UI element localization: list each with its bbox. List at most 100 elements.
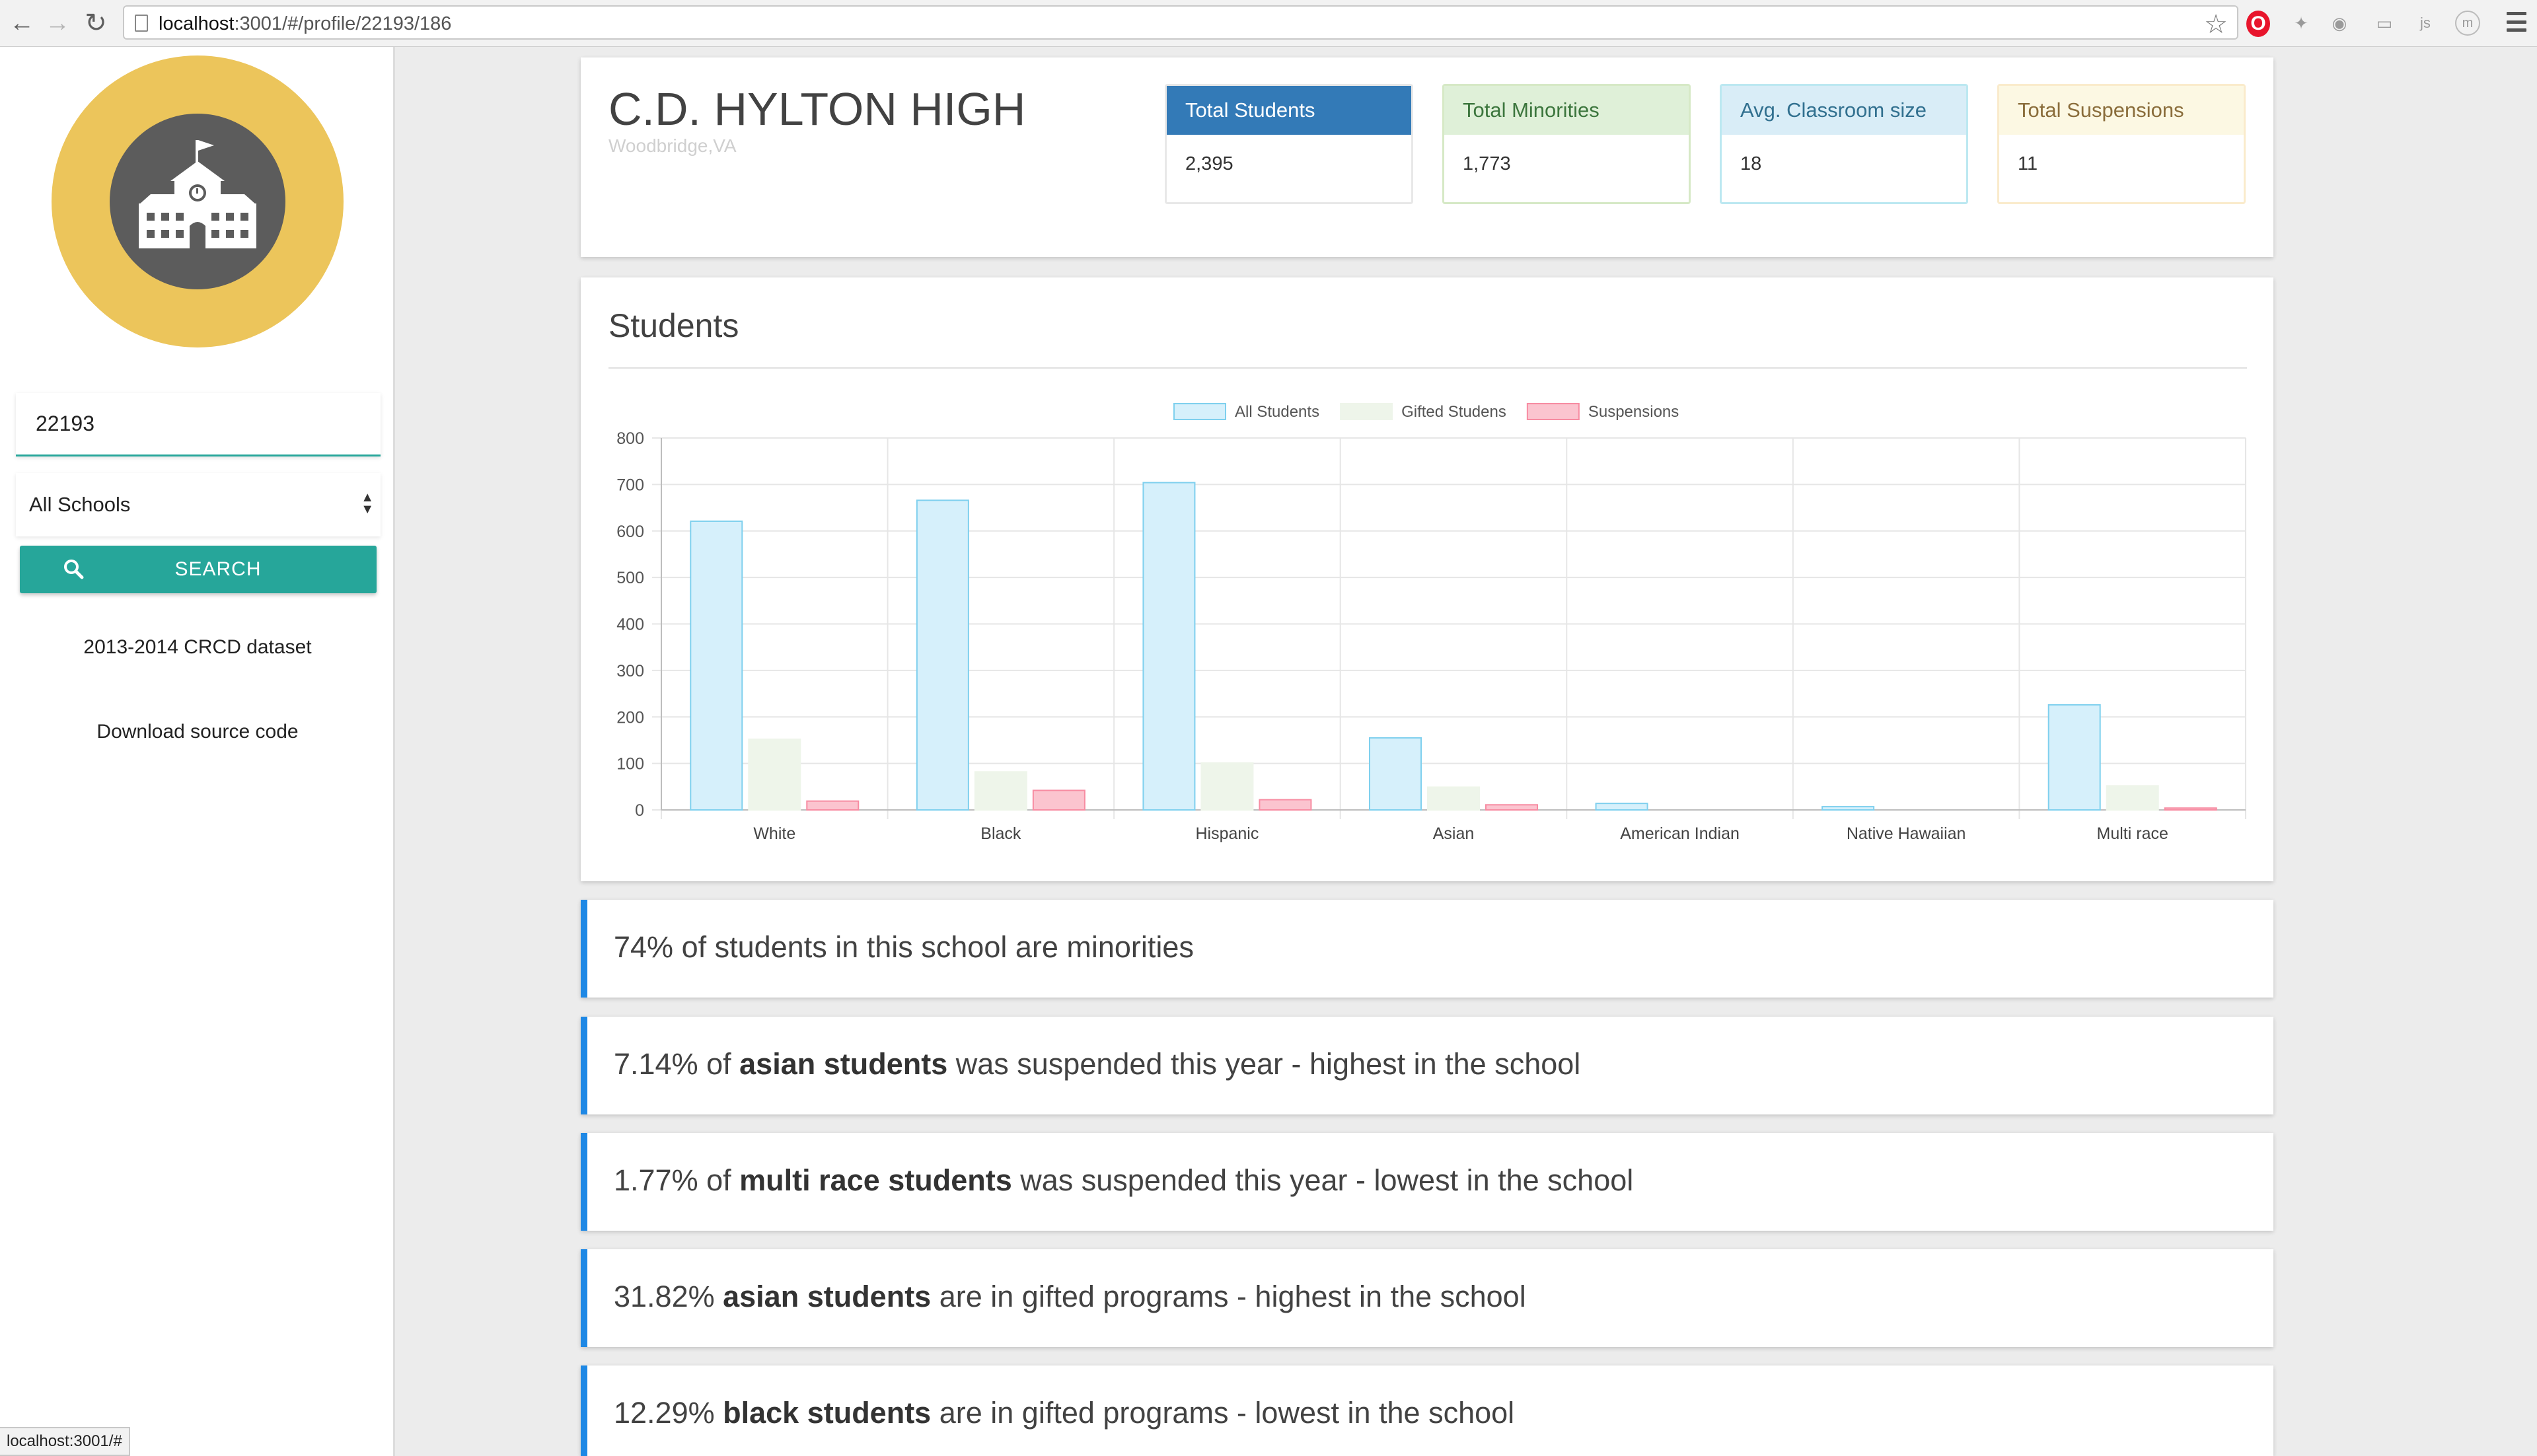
chart-bar	[748, 739, 801, 811]
legend-swatch	[1173, 403, 1226, 420]
legend-label: Suspensions	[1588, 403, 1679, 421]
students-bar-chart: 0 100 200 300 400 500 600 700 800 White Black Hispa…	[616, 403, 2246, 843]
zip-code-input[interactable]	[16, 393, 381, 456]
search-button[interactable]: SEARCH	[20, 546, 377, 593]
chart-bar	[1595, 803, 1648, 811]
stat-avg-classroom-size-value: 18	[1740, 153, 1762, 174]
js-extension-icon[interactable]: js	[2411, 9, 2439, 37]
insight-text-highlight: multi race students	[739, 1163, 1012, 1197]
chart-bar	[1427, 786, 1480, 811]
x-tick-label: American Indian	[1620, 824, 1740, 843]
sidebar: All Schools ▲▼ SEARCH 2013-2014 CRCD dat…	[0, 47, 395, 1456]
search-button-label: SEARCH	[174, 558, 262, 580]
x-tick-label: Hispanic	[1195, 824, 1259, 843]
extension-puzzle-icon[interactable]: ✦	[2287, 9, 2315, 37]
school-building-icon	[110, 114, 285, 289]
x-tick-label: Asian	[1433, 824, 1475, 843]
school-type-select[interactable]: All Schools ▲ ▼	[16, 473, 381, 536]
insight-text-plain: 7.14% of	[614, 1047, 740, 1081]
browser-menu-icon[interactable]	[2507, 12, 2526, 32]
y-tick-label: 800	[616, 429, 644, 448]
school-header-card: C.D. HYLTON HIGH Woodbridge,VA Total Stu…	[581, 57, 2273, 257]
y-tick-label: 600	[616, 523, 644, 541]
insight-text: 31.82% asian students are in gifted prog…	[614, 1280, 1526, 1314]
insight-text-plain: 1.77% of	[614, 1163, 740, 1197]
url-host: localhost	[159, 13, 235, 34]
stat-total-students-label: Total Students	[1167, 86, 1411, 135]
stat-total-students: Total Students 2,395	[1165, 84, 1413, 204]
chart-bar	[2164, 807, 2217, 811]
x-tick-label: Native Hawaiian	[1847, 824, 1966, 843]
x-tick-label: Multi race	[2097, 824, 2168, 843]
forward-arrow-icon[interactable]: →	[44, 9, 71, 37]
download-source-link[interactable]: Download source code	[0, 721, 395, 743]
stat-total-suspensions-value: 11	[2018, 153, 2038, 174]
page-icon	[135, 15, 148, 32]
stat-total-suspensions-label: Total Suspensions	[1999, 86, 2244, 135]
insight-text: 74% of students in this school are minor…	[614, 930, 1194, 965]
legend-swatch	[1526, 403, 1580, 420]
chart-bar	[974, 771, 1027, 811]
y-tick-label: 100	[616, 755, 644, 774]
address-bar[interactable]: localhost:3001/#/profile/22193/186 ☆	[123, 5, 2238, 40]
y-tick-label: 0	[635, 801, 644, 820]
insight-text-plain: 74% of students in this school are minor…	[614, 930, 1194, 964]
stat-total-minorities-value: 1,773	[1463, 153, 1511, 174]
stat-total-students-value: 2,395	[1185, 153, 1233, 174]
stat-avg-classroom-size-label: Avg. Classroom size	[1722, 86, 1966, 135]
insight-text-plain: was suspended this year - lowest in the …	[1011, 1163, 1634, 1197]
chart-bar	[1200, 762, 1254, 811]
insight-text-plain: are in gifted programs - highest in the …	[931, 1280, 1526, 1313]
y-tick-label: 400	[616, 616, 644, 634]
cast-icon[interactable]: ▭	[2371, 9, 2398, 37]
chart-bar	[806, 800, 860, 811]
reload-icon[interactable]: ↻	[82, 9, 110, 37]
opera-extension-icon[interactable]: O	[2246, 11, 2270, 37]
stat-total-suspensions: Total Suspensions 11	[1997, 84, 2246, 204]
students-chart-card: Students 0 100 200 300 400 500 600 700 800 White B…	[581, 277, 2273, 881]
select-arrows-icon: ▲ ▼	[361, 490, 374, 517]
url-path: :3001/#/profile/22193/186	[234, 13, 452, 34]
y-tick-label: 700	[616, 476, 644, 494]
chart-bar	[1485, 804, 1538, 811]
legend-label: Gifted Studens	[1401, 403, 1506, 421]
chart-bar	[1259, 799, 1312, 811]
stat-avg-classroom-size: Avg. Classroom size 18	[1720, 84, 1968, 204]
insight-card: 31.82% asian students are in gifted prog…	[581, 1249, 2273, 1347]
chart-bar	[2106, 785, 2159, 811]
school-location: Woodbridge,VA	[608, 135, 737, 156]
insight-text-plain: was suspended this year - highest in the…	[947, 1047, 1581, 1081]
x-tick-label: Black	[980, 824, 1021, 843]
insight-text-highlight: asian students	[723, 1280, 932, 1313]
dataset-link[interactable]: 2013-2014 CRCD dataset	[0, 636, 395, 659]
profile-extension-icon[interactable]: m	[2455, 11, 2480, 36]
insight-text-plain: 12.29%	[614, 1396, 723, 1430]
legend-label: All Students	[1235, 403, 1319, 421]
status-bar-url: localhost:3001/#	[0, 1427, 130, 1456]
bookmark-star-icon[interactable]: ☆	[2204, 9, 2228, 40]
insight-text-highlight: black students	[723, 1396, 932, 1430]
url-text[interactable]: localhost:3001/#/profile/22193/186	[159, 13, 451, 35]
school-type-selected: All Schools	[29, 493, 131, 516]
chart-bar	[1821, 806, 1875, 811]
school-name: C.D. HYLTON HIGH	[608, 83, 1026, 135]
chart-bar	[1369, 737, 1422, 811]
insight-text: 12.29% black students are in gifted prog…	[614, 1396, 1514, 1430]
insight-text-plain: are in gifted programs - lowest in the s…	[931, 1396, 1515, 1430]
insight-text-plain: 31.82%	[614, 1280, 723, 1313]
x-tick-label: White	[753, 824, 795, 843]
y-tick-label: 500	[616, 569, 644, 587]
back-arrow-icon[interactable]: ←	[8, 9, 36, 37]
chart-bar	[2047, 704, 2101, 811]
chart-bar	[1032, 789, 1085, 811]
stat-total-minorities: Total Minorities 1,773	[1442, 84, 1691, 204]
y-tick-label: 300	[616, 662, 644, 680]
insight-card: 74% of students in this school are minor…	[581, 900, 2273, 998]
school-logo	[52, 55, 344, 347]
insight-text-highlight: asian students	[739, 1047, 948, 1081]
stat-total-minorities-label: Total Minorities	[1444, 86, 1689, 135]
browser-toolbar: ← → ↻ localhost:3001/#/profile/22193/186…	[0, 0, 2537, 47]
chart-bar	[1142, 482, 1196, 811]
extension-ghost-icon[interactable]: ◉	[2326, 9, 2353, 37]
legend-swatch	[1340, 403, 1393, 420]
